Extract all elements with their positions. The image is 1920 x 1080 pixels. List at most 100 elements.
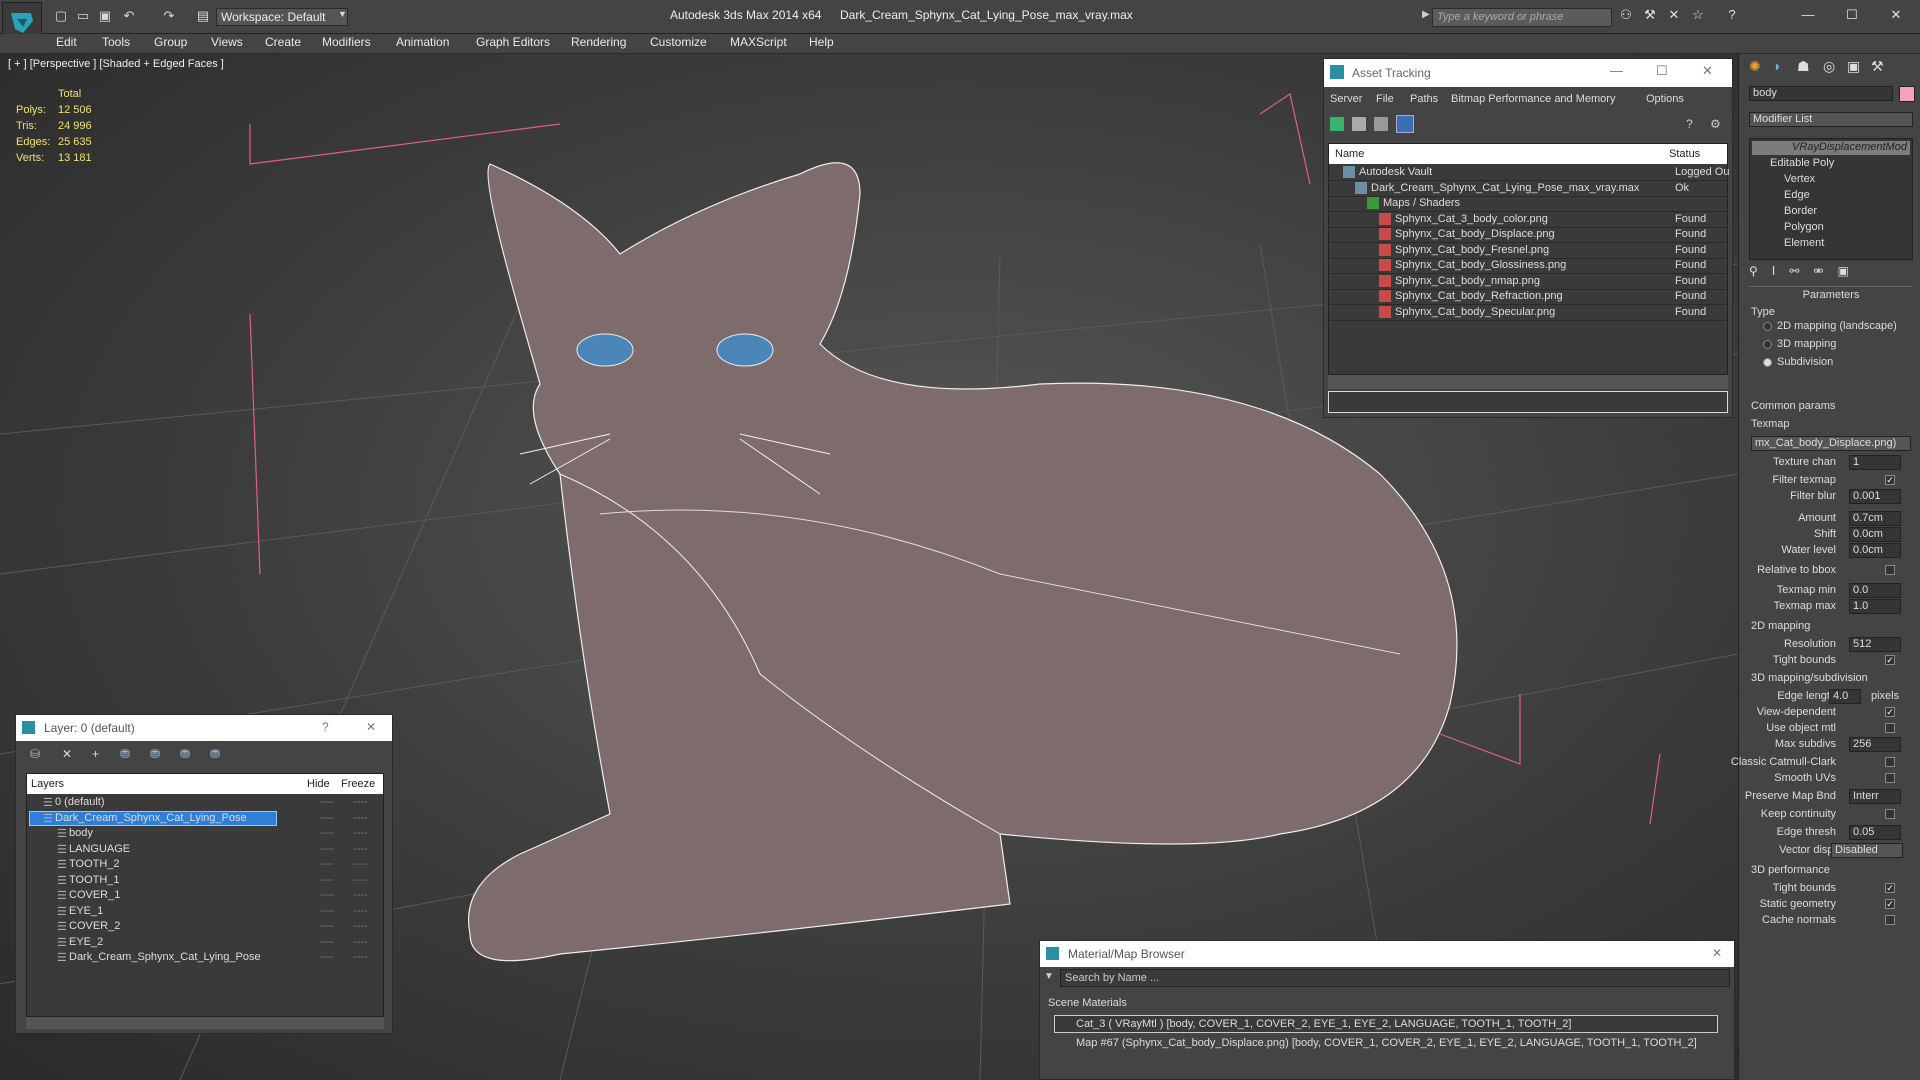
stack-item[interactable]: Polygon: [1784, 221, 1824, 233]
asset-name[interactable]: Sphynx_Cat_body_nmap.png: [1395, 275, 1540, 287]
minimize-icon[interactable]: —: [1798, 7, 1818, 25]
layer-hide-toggle[interactable]: ----: [319, 812, 334, 824]
col-status[interactable]: Status: [1669, 148, 1700, 160]
motion-tab-icon[interactable]: ◎: [1823, 58, 1835, 75]
layer-hide-toggle[interactable]: ----: [319, 858, 334, 870]
param-field[interactable]: 512: [1849, 637, 1901, 652]
asset-name[interactable]: Sphynx_Cat_body_Fresnel.png: [1395, 244, 1549, 256]
settings-icon[interactable]: ⚙: [1710, 117, 1724, 131]
maximize-icon[interactable]: ☐: [1656, 63, 1668, 79]
stack-item[interactable]: Element: [1784, 237, 1824, 249]
help-icon[interactable]: ?: [1686, 117, 1700, 131]
menu-group[interactable]: Group: [154, 35, 187, 49]
close-icon[interactable]: ✕: [1886, 7, 1906, 25]
layer-name[interactable]: COVER_2: [69, 920, 120, 932]
object-color-swatch[interactable]: [1899, 86, 1915, 102]
param-checkbox[interactable]: ✓: [1885, 655, 1895, 665]
param-field[interactable]: 0.0: [1849, 583, 1901, 598]
layer-hide-toggle[interactable]: ----: [319, 889, 334, 901]
asset-name[interactable]: Autodesk Vault: [1359, 166, 1432, 178]
object-name-input[interactable]: body: [1749, 86, 1893, 101]
search-expand-icon[interactable]: ▶: [1422, 9, 1430, 20]
layer-hide-toggle[interactable]: ----: [319, 936, 334, 948]
modifier-list-dropdown[interactable]: Modifier List: [1749, 112, 1913, 127]
param-checkbox[interactable]: [1885, 565, 1895, 575]
create-tab-icon[interactable]: ✺: [1749, 58, 1761, 75]
col-hide[interactable]: Hide: [307, 778, 330, 790]
layer-freeze-toggle[interactable]: ----: [353, 858, 368, 870]
layer-name[interactable]: TOOTH_2: [69, 858, 120, 870]
layer-freeze-toggle[interactable]: ----: [353, 812, 368, 824]
menu-tools[interactable]: Tools: [102, 35, 130, 49]
refresh-icon[interactable]: [1330, 117, 1344, 131]
layer-freeze-toggle[interactable]: ----: [353, 843, 368, 855]
menu-help[interactable]: Help: [809, 35, 834, 49]
layer-tool-create-icon[interactable]: ⛁: [30, 747, 40, 761]
at-menu-bitmap[interactable]: Bitmap Performance and Memory: [1451, 93, 1615, 105]
param-checkbox[interactable]: [1885, 757, 1895, 767]
stack-tool-icons[interactable]: ⚲Ⅰ⚯⚮▣: [1749, 264, 1913, 278]
param-field[interactable]: 256: [1849, 737, 1901, 752]
material-search-input[interactable]: Search by Name ...: [1060, 969, 1730, 987]
asset-name[interactable]: Sphynx_Cat_3_body_color.png: [1395, 213, 1548, 225]
layer-name[interactable]: LANGUAGE: [69, 843, 130, 855]
menu-modifiers[interactable]: Modifiers: [322, 35, 371, 49]
col-layers[interactable]: Layers: [31, 778, 64, 790]
close-icon[interactable]: ✕: [1702, 63, 1713, 79]
horizontal-scrollbar[interactable]: [1328, 375, 1728, 389]
close-icon[interactable]: ✕: [366, 720, 376, 734]
param-field[interactable]: 0.05: [1849, 825, 1901, 840]
layer-hide-toggle[interactable]: ----: [319, 827, 334, 839]
layer-scrollbar[interactable]: [26, 1017, 384, 1029]
param-field[interactable]: 1: [1849, 455, 1901, 470]
type-radio[interactable]: [1763, 340, 1772, 349]
display-tab-icon[interactable]: ▣: [1847, 58, 1860, 75]
layer-hide-toggle[interactable]: ----: [319, 843, 334, 855]
help-icon[interactable]: ?: [1722, 7, 1742, 25]
layer-freeze-toggle[interactable]: ----: [353, 951, 368, 963]
at-menu-paths[interactable]: Paths: [1410, 93, 1438, 105]
project-folder-icon[interactable]: ▤: [194, 8, 212, 24]
param-checkbox[interactable]: [1885, 773, 1895, 783]
layer-name[interactable]: TOOTH_1: [69, 874, 120, 886]
type-option[interactable]: Subdivision: [1777, 356, 1833, 368]
menu-graph-editors[interactable]: Graph Editors: [476, 35, 550, 49]
close-icon[interactable]: ✕: [1712, 946, 1722, 960]
at-menu-file[interactable]: File: [1376, 93, 1394, 105]
asset-name[interactable]: Sphynx_Cat_body_Glossiness.png: [1395, 259, 1566, 271]
map-item-label[interactable]: Map #67 (Sphynx_Cat_body_Displace.png) […: [1076, 1037, 1697, 1049]
menu-maxscript[interactable]: MAXScript: [730, 35, 787, 49]
list-view-icon[interactable]: [1352, 117, 1366, 131]
new-file-icon[interactable]: ▢: [52, 8, 70, 24]
layer-hide-toggle[interactable]: ----: [319, 920, 334, 932]
open-file-icon[interactable]: ▭: [74, 8, 92, 24]
layer-hide-toggle[interactable]: ----: [319, 874, 334, 886]
param-field[interactable]: 0.001: [1849, 489, 1901, 504]
param-checkbox[interactable]: ✓: [1885, 707, 1895, 717]
viewport-label[interactable]: [ + ] [Perspective ] [Shaded + Edged Fac…: [8, 58, 224, 70]
layer-hide-toggle[interactable]: ----: [319, 905, 334, 917]
layer-freeze-toggle[interactable]: ----: [353, 889, 368, 901]
layer-freeze-toggle[interactable]: ----: [353, 920, 368, 932]
keyword-search-input[interactable]: Type a keyword or phrase: [1432, 8, 1612, 27]
vector-displ-dropdown[interactable]: Disabled: [1831, 843, 1903, 858]
menu-customize[interactable]: Customize: [650, 35, 707, 49]
asset-name[interactable]: Maps / Shaders: [1383, 197, 1460, 209]
menu-animation[interactable]: Animation: [396, 35, 449, 49]
detail-view-icon[interactable]: [1374, 117, 1388, 131]
type-option[interactable]: 3D mapping: [1777, 338, 1836, 350]
menu-rendering[interactable]: Rendering: [571, 35, 626, 49]
param-checkbox[interactable]: ✓: [1885, 899, 1895, 909]
edge-length-field[interactable]: 4.0: [1829, 689, 1861, 704]
type-radio[interactable]: [1763, 322, 1772, 331]
at-menu-server[interactable]: Server: [1330, 93, 1362, 105]
parameters-rollout[interactable]: Parameters: [1749, 286, 1913, 301]
stack-item[interactable]: VRayDisplacementMod: [1792, 141, 1907, 153]
param-field[interactable]: 0.7cm: [1849, 511, 1901, 526]
param-checkbox[interactable]: [1885, 723, 1895, 733]
param-checkbox[interactable]: ✓: [1885, 883, 1895, 893]
communication-icon[interactable]: ✕: [1664, 7, 1684, 25]
hierarchy-tab-icon[interactable]: ☗: [1797, 58, 1810, 75]
select-layer-icon[interactable]: ⛃: [150, 747, 160, 761]
layer-name[interactable]: body: [69, 827, 93, 839]
